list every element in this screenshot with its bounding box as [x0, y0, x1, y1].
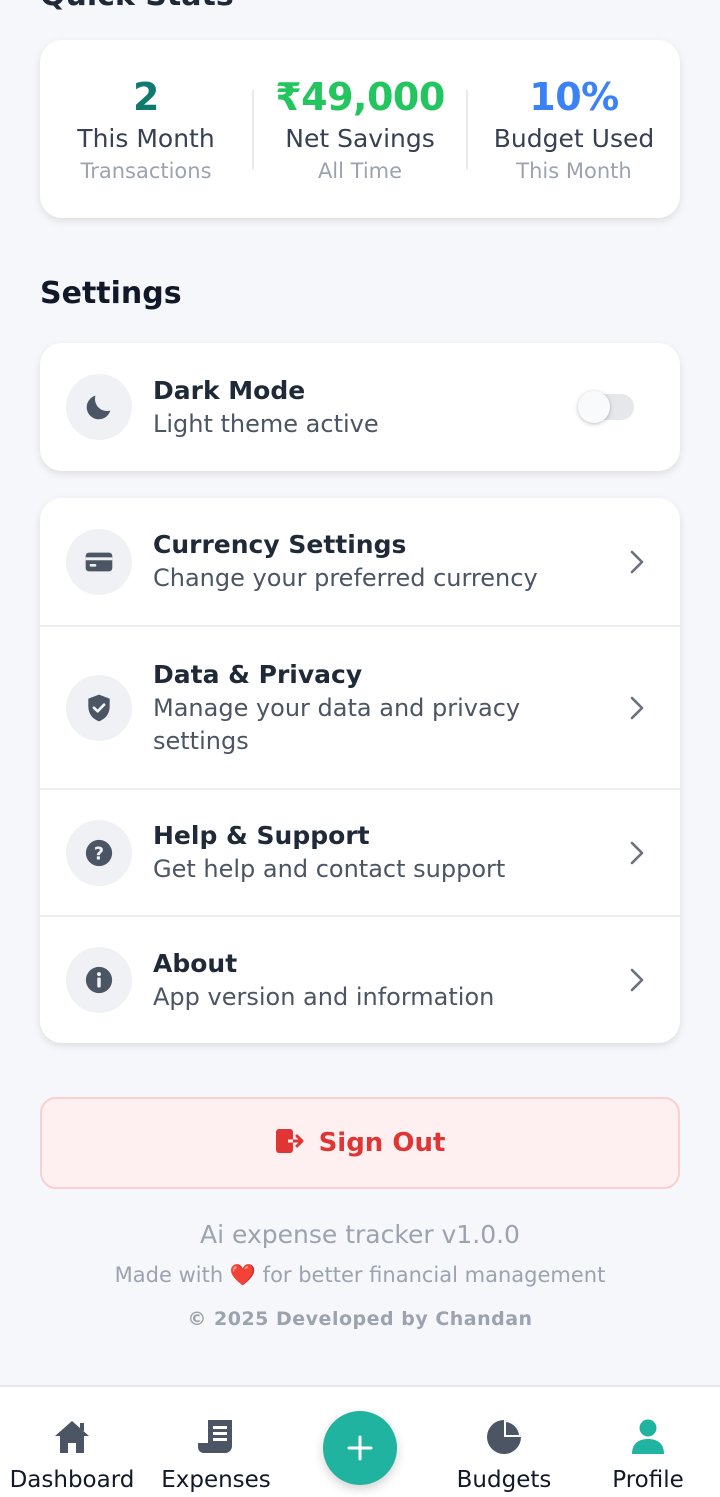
settings-item-title: Data & Privacy — [153, 659, 363, 689]
chevron-right-icon — [622, 840, 652, 866]
svg-text:?: ? — [94, 844, 104, 864]
nav-expenses[interactable]: Expenses — [156, 1387, 276, 1497]
settings-item-subtitle: App version and information — [153, 982, 495, 1011]
stat-budget-used: 10% Budget Used This Month — [468, 40, 680, 218]
chevron-right-icon — [622, 549, 652, 575]
nav-budgets[interactable]: Budgets — [448, 1387, 560, 1497]
settings-item-help-support[interactable]: ? Help & Support Get help and contact su… — [40, 788, 680, 915]
stat-value: 10% — [529, 75, 619, 119]
settings-heading: Settings — [40, 276, 182, 311]
receipt-icon — [196, 1417, 236, 1457]
home-icon — [52, 1417, 92, 1457]
made-with-text: Made with ❤️ for better financial manage… — [0, 1263, 720, 1288]
dark-mode-title: Dark Mode — [153, 375, 306, 405]
settings-item-about[interactable]: About App version and information — [40, 915, 680, 1043]
copyright: © 2025 Developed by Chandan — [187, 1308, 533, 1330]
dark-mode-toggle[interactable] — [578, 391, 634, 423]
stat-title: Budget Used — [493, 124, 655, 153]
stat-value: 2 — [133, 75, 159, 119]
settings-item-title: Currency Settings — [153, 530, 407, 559]
dark-mode-subtitle: Light theme active — [153, 409, 379, 438]
stat-title: This Month — [77, 124, 215, 153]
heart-icon: ❤️ — [229, 1263, 256, 1287]
settings-item-title: Help & Support — [153, 821, 370, 850]
nav-label: Expenses — [161, 1467, 271, 1493]
question-circle-icon: ? — [66, 819, 132, 886]
settings-item-subtitle: Manage your data and privacy settings — [153, 693, 521, 755]
chevron-right-icon — [622, 695, 652, 721]
nav-label: Budgets — [456, 1467, 552, 1493]
nav-profile[interactable]: Profile — [600, 1387, 696, 1497]
chevron-right-icon — [622, 967, 652, 993]
app-version: Ai expense tracker v1.0.0 — [200, 1220, 520, 1249]
quick-stats-card: 2 This Month Transactions ₹49,000 Net Sa… — [40, 40, 680, 218]
stat-title: Net Savings — [285, 124, 435, 153]
dark-mode-row[interactable]: Dark Mode Light theme active — [40, 343, 680, 471]
settings-item-currency[interactable]: Currency Settings Change your preferred … — [40, 498, 680, 625]
sign-out-button[interactable]: Sign Out — [40, 1097, 680, 1189]
stat-subtitle: Transactions — [80, 159, 212, 183]
bottom-nav: Dashboard Expenses Budgets Profile — [0, 1385, 720, 1497]
add-expense-button[interactable] — [323, 1411, 397, 1485]
shield-check-icon — [66, 674, 132, 741]
nav-label: Profile — [612, 1467, 684, 1493]
settings-item-title: About — [153, 948, 238, 978]
nav-dashboard[interactable]: Dashboard — [8, 1387, 136, 1497]
made-with-suffix: for better financial management — [262, 1263, 606, 1287]
quick-stats-heading: Quick Stats — [40, 0, 234, 13]
credit-card-icon — [66, 528, 132, 595]
nav-label: Dashboard — [9, 1467, 135, 1493]
settings-item-subtitle: Change your preferred currency — [153, 564, 538, 592]
settings-item-subtitle: Get help and contact support — [153, 855, 506, 883]
made-with-prefix: Made with — [114, 1263, 224, 1287]
stat-subtitle: This Month — [516, 159, 632, 183]
settings-item-data-privacy[interactable]: Data & Privacy Manage your data and priv… — [40, 625, 680, 788]
stat-subtitle: All Time — [317, 159, 403, 183]
stat-net-savings: ₹49,000 Net Savings All Time — [254, 40, 466, 218]
dark-mode-card: Dark Mode Light theme active — [40, 343, 680, 471]
sign-out-label: Sign Out — [318, 1128, 446, 1158]
plus-icon — [347, 1435, 373, 1461]
user-icon — [630, 1417, 666, 1457]
sign-out-icon — [275, 1127, 305, 1159]
info-circle-icon — [66, 947, 132, 1013]
stat-transactions: 2 This Month Transactions — [40, 40, 252, 218]
settings-menu-card: Currency Settings Change your preferred … — [40, 498, 680, 1043]
pie-chart-icon — [485, 1417, 523, 1457]
stat-value: ₹49,000 — [275, 75, 445, 119]
toggle-knob — [578, 391, 610, 423]
moon-icon — [66, 374, 132, 440]
